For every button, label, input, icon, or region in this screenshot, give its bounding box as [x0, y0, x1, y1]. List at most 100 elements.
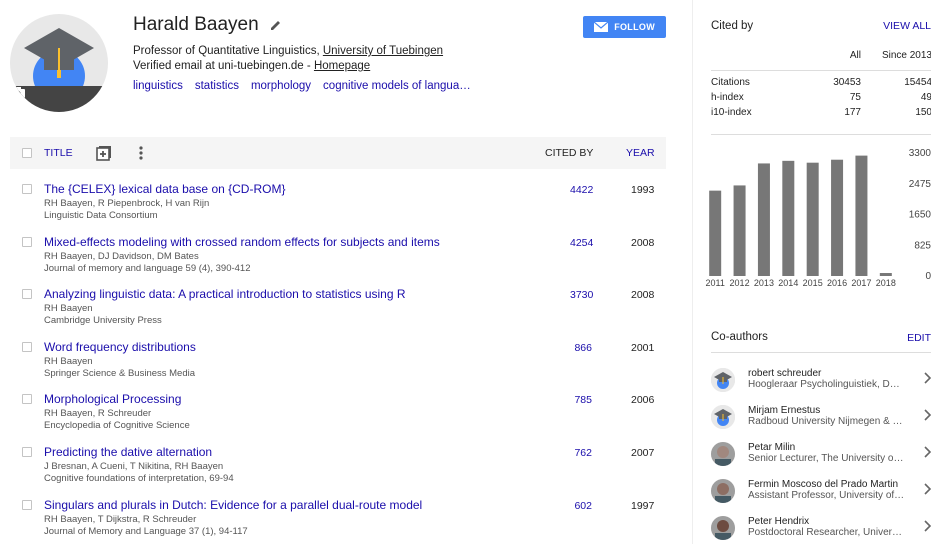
citation-stats-table: All Since 2013 Citations 30453 15454 h-i…: [711, 50, 931, 122]
research-interests: linguistics statistics morphology cognit…: [133, 80, 471, 92]
chart-bar[interactable]: [855, 155, 868, 276]
add-article-icon[interactable]: [96, 145, 112, 161]
select-all-checkbox[interactable]: [22, 148, 32, 158]
coauthor-avatar[interactable]: [711, 442, 735, 466]
coauthor-item[interactable]: Peter Hendrix Postdoctoral Researcher, Un…: [711, 512, 931, 544]
coauthors-title: Co-authors: [711, 331, 768, 343]
profile-avatar[interactable]: [10, 14, 108, 112]
article-cited-count[interactable]: 4254: [570, 237, 593, 249]
coauthors-list: robert schreuder Hoogleraar Psycholinguis…: [711, 364, 931, 544]
article-venue: Journal of memory and language 59 (4), 3…: [44, 262, 251, 274]
article-title[interactable]: Morphological Processing: [44, 392, 181, 406]
x-tick-label: 2013: [754, 278, 774, 288]
view-all-link[interactable]: VIEW ALL: [883, 20, 931, 32]
chart-bar[interactable]: [733, 185, 746, 276]
coauthor-name[interactable]: Petar Milin: [748, 442, 795, 453]
table-row: Predicting the dative alternation J Bres…: [10, 443, 666, 496]
coauthor-affiliation: Postdoctoral Researcher, Univer…: [748, 527, 902, 538]
coauthor-affiliation: Radboud University Nijmegen & …: [748, 416, 903, 427]
chart-bar[interactable]: [782, 160, 795, 276]
article-year: 2008: [631, 289, 655, 302]
row-checkbox[interactable]: [22, 236, 32, 247]
article-year: 2006: [631, 394, 655, 407]
article-title[interactable]: Word frequency distributions: [44, 340, 196, 354]
row-checkbox[interactable]: [22, 499, 32, 510]
y-tick-label: 2475: [909, 179, 931, 190]
coauthor-avatar[interactable]: [711, 405, 735, 429]
article-title[interactable]: Predicting the dative alternation: [44, 445, 212, 459]
article-authors: RH Baayen: [44, 355, 93, 367]
coauthor-name[interactable]: Peter Hendrix: [748, 516, 809, 527]
coauthor-affiliation: Hoogleraar Psycholinguistiek, D…: [748, 379, 900, 390]
article-title[interactable]: The {CELEX} lexical data base on {CD-ROM…: [44, 182, 285, 196]
y-tick-label: 0: [925, 271, 931, 282]
coauthor-item[interactable]: Fermin Moscoso del Prado Martin Assistant…: [711, 475, 931, 512]
interest-statistics[interactable]: statistics: [195, 80, 239, 92]
chevron-right-icon[interactable]: [924, 446, 931, 458]
x-tick-label: 2014: [778, 278, 798, 288]
chart-bar[interactable]: [709, 190, 722, 276]
sort-by-year[interactable]: YEAR: [626, 147, 655, 159]
chart-bar[interactable]: [831, 159, 844, 276]
follow-button[interactable]: FOLLOW: [583, 16, 666, 38]
cited-by-header[interactable]: CITED BY: [545, 147, 593, 159]
interest-morphology[interactable]: morphology: [251, 80, 311, 92]
article-authors: RH Baayen, R Piepenbrock, H van Rijn: [44, 198, 210, 209]
row-checkbox[interactable]: [22, 184, 32, 194]
x-tick-label: 2016: [827, 278, 847, 288]
interest-cognitive-models[interactable]: cognitive models of langua…: [323, 80, 471, 92]
article-title[interactable]: Analyzing linguistic data: A practical i…: [44, 287, 406, 301]
article-cited-count[interactable]: 602: [570, 500, 592, 512]
coauthor-avatar[interactable]: [711, 516, 735, 540]
coauthor-affiliation: Senior Lecturer, The University o…: [748, 453, 904, 464]
article-cited-count[interactable]: 762: [570, 447, 592, 459]
y-tick-label: 1650: [909, 210, 931, 221]
y-tick-label: 825: [914, 240, 931, 251]
camera-icon[interactable]: [10, 86, 108, 112]
chart-bar[interactable]: [879, 273, 892, 276]
stat-label: i10-index: [711, 107, 752, 118]
coauthors-edit-link[interactable]: EDIT: [907, 332, 931, 344]
coauthor-item[interactable]: robert schreuder Hoogleraar Psycholinguis…: [711, 364, 931, 401]
cited-by-title: Cited by: [711, 20, 754, 32]
chevron-right-icon[interactable]: [924, 483, 931, 495]
chevron-right-icon[interactable]: [924, 520, 931, 532]
chart-bar[interactable]: [806, 162, 819, 276]
row-checkbox[interactable]: [22, 341, 32, 352]
interest-linguistics[interactable]: linguistics: [133, 80, 183, 92]
row-checkbox[interactable]: [22, 394, 32, 405]
article-cited-count[interactable]: 785: [570, 394, 592, 406]
profile-affiliation: Professor of Quantitative Linguistics, U…: [133, 44, 443, 74]
row-checkbox[interactable]: [22, 289, 32, 300]
coauthor-avatar[interactable]: [711, 479, 735, 503]
x-tick-label: 2011: [706, 278, 725, 288]
col-since: Since 2013: [881, 50, 931, 61]
coauthor-avatar[interactable]: [711, 368, 735, 392]
homepage-link[interactable]: Homepage: [314, 60, 370, 72]
article-year: 2001: [631, 341, 655, 354]
chart-bar[interactable]: [757, 163, 770, 276]
coauthor-name[interactable]: Mirjam Ernestus: [748, 405, 820, 416]
coauthor-name[interactable]: robert schreuder: [748, 368, 821, 379]
coauthor-item[interactable]: Mirjam Ernestus Radboud University Nijmeg…: [711, 401, 931, 438]
article-authors: RH Baayen, DJ Davidson, DM Bates: [44, 250, 199, 262]
coauthor-name[interactable]: Fermin Moscoso del Prado Martin: [748, 479, 898, 490]
stat-label: h-index: [711, 92, 744, 103]
articles-list: The {CELEX} lexical data base on {CD-ROM…: [10, 180, 666, 544]
coauthor-item[interactable]: Petar Milin Senior Lecturer, The Universi…: [711, 438, 931, 475]
profile-title: Professor of Quantitative Linguistics,: [133, 45, 320, 57]
article-cited-count[interactable]: 866: [570, 342, 592, 354]
article-cited-count[interactable]: 4422: [570, 184, 593, 196]
chevron-right-icon[interactable]: [924, 372, 931, 384]
articles-table-header: TITLE CITED BY YEAR: [10, 137, 666, 169]
chevron-right-icon[interactable]: [924, 409, 931, 421]
university-link[interactable]: University of Tuebingen: [323, 45, 443, 57]
article-title[interactable]: Mixed-effects modeling with crossed rand…: [44, 235, 440, 249]
pencil-icon[interactable]: [269, 18, 283, 32]
more-vert-icon[interactable]: [138, 145, 144, 161]
row-checkbox[interactable]: [22, 446, 32, 457]
sort-by-title[interactable]: TITLE: [44, 147, 73, 159]
article-title[interactable]: Singulars and plurals in Dutch: Evidence…: [44, 498, 422, 512]
article-cited-count[interactable]: 3730: [570, 289, 593, 301]
article-year: 1997: [631, 499, 655, 512]
